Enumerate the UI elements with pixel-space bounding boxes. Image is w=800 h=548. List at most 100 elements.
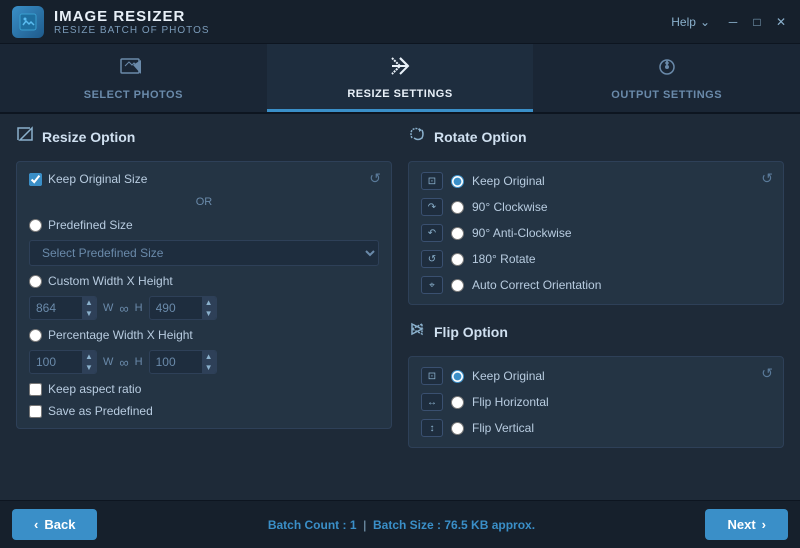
predefined-size-select[interactable]: Select Predefined Size (29, 240, 379, 266)
back-button[interactable]: ‹ Back (12, 509, 97, 540)
flip-title-icon (408, 321, 426, 342)
select-photos-label: SELECT PHOTOS (84, 89, 183, 101)
pct-height-input-group: ▲ ▼ (149, 350, 217, 374)
save-predefined-label: Save as Predefined (48, 404, 153, 418)
title-left: IMAGE RESIZER RESIZE BATCH OF PHOTOS (12, 6, 210, 38)
custom-height-up[interactable]: ▲ (202, 297, 216, 308)
title-text: IMAGE RESIZER RESIZE BATCH OF PHOTOS (54, 8, 210, 36)
height-label: H (135, 302, 143, 314)
tab-select-photos[interactable]: SELECT PHOTOS (0, 44, 267, 112)
close-button[interactable]: ✕ (774, 15, 788, 29)
batch-count-value: 1 (350, 518, 357, 532)
title-bar: IMAGE RESIZER RESIZE BATCH OF PHOTOS Hel… (0, 0, 800, 44)
flip-options-box: ↺ ⊡ Keep Original ↔ Flip Horizontal ↕ Fl… (408, 356, 784, 448)
keep-aspect-checkbox[interactable] (29, 383, 42, 396)
custom-height-spinner: ▲ ▼ (202, 297, 216, 319)
flip-vertical-icon: ↕ (421, 419, 443, 437)
pct-width-input-group: ▲ ▼ (29, 350, 97, 374)
tab-resize-settings[interactable]: RESIZE SETTINGS (267, 44, 534, 112)
rotate-reset-button[interactable]: ↺ (761, 170, 773, 187)
width-label: W (103, 302, 113, 314)
rotate-section-title: Rotate Option (408, 126, 784, 147)
rotate-90cw-row: ↷ 90° Clockwise (421, 198, 771, 216)
custom-height-input[interactable] (150, 298, 202, 318)
keep-aspect-row: Keep aspect ratio (29, 382, 379, 396)
maximize-button[interactable]: □ (750, 15, 764, 29)
resize-section-title: Resize Option (16, 126, 392, 147)
pct-width-input[interactable] (30, 352, 82, 372)
rotate-180-radio[interactable] (451, 253, 464, 266)
rotate-90cw-radio[interactable] (451, 201, 464, 214)
minimize-button[interactable]: ─ (726, 15, 740, 29)
output-settings-icon (653, 55, 681, 85)
right-panel: Rotate Option ↺ ⊡ Keep Original ↷ 90° Cl… (408, 126, 784, 488)
rotate-keep-original-icon: ⊡ (421, 172, 443, 190)
rotate-auto-label: Auto Correct Orientation (472, 278, 601, 292)
custom-width-spinner: ▲ ▼ (82, 297, 96, 319)
pct-width-spinner: ▲ ▼ (82, 351, 96, 373)
custom-wh-label: Custom Width X Height (48, 274, 173, 288)
flip-title-text: Flip Option (434, 324, 508, 340)
pct-height-input[interactable] (150, 352, 202, 372)
custom-wh-inputs: ▲ ▼ W ∞ H ▲ ▼ (29, 296, 379, 320)
rotate-keep-original-radio[interactable] (451, 175, 464, 188)
flip-horizontal-icon: ↔ (421, 393, 443, 411)
custom-width-input[interactable] (30, 298, 82, 318)
save-predefined-row: Save as Predefined (29, 404, 379, 418)
rotate-title-icon (408, 126, 426, 147)
rotate-90ccw-icon: ↶ (421, 224, 443, 242)
rotate-90ccw-row: ↶ 90° Anti-Clockwise (421, 224, 771, 242)
flip-reset-button[interactable]: ↺ (761, 365, 773, 382)
window-controls: ─ □ ✕ (726, 15, 788, 29)
keep-original-size-checkbox[interactable] (29, 173, 42, 186)
percentage-wh-radio[interactable] (29, 329, 42, 342)
flip-vertical-label: Flip Vertical (472, 421, 534, 435)
pct-width-down[interactable]: ▼ (82, 362, 96, 373)
custom-wh-row: Custom Width X Height (29, 274, 379, 288)
custom-width-up[interactable]: ▲ (82, 297, 96, 308)
flip-horizontal-radio[interactable] (451, 396, 464, 409)
batch-size-value: 76.5 KB approx. (444, 518, 535, 532)
resize-settings-label: RESIZE SETTINGS (347, 88, 452, 100)
pct-width-label: W (103, 356, 113, 368)
predefined-size-radio[interactable] (29, 219, 42, 232)
back-label: Back (44, 517, 75, 532)
resize-reset-button[interactable]: ↺ (369, 170, 381, 187)
custom-width-down[interactable]: ▼ (82, 308, 96, 319)
predefined-size-row: Predefined Size (29, 218, 379, 232)
save-predefined-checkbox[interactable] (29, 405, 42, 418)
back-arrow-icon: ‹ (34, 517, 38, 532)
flip-keep-original-radio[interactable] (451, 370, 464, 383)
percentage-wh-row: Percentage Width X Height (29, 328, 379, 342)
batch-count-label: Batch Count : (268, 518, 347, 532)
help-button[interactable]: Help ⌄ (671, 15, 710, 29)
batch-size-label: Batch Size : (373, 518, 441, 532)
resize-options-box: ↺ Keep Original Size OR Predefined Size … (16, 161, 392, 429)
pct-height-up[interactable]: ▲ (202, 351, 216, 362)
flip-vertical-radio[interactable] (451, 422, 464, 435)
title-controls: Help ⌄ ─ □ ✕ (671, 15, 788, 29)
rotate-90ccw-radio[interactable] (451, 227, 464, 240)
rotate-90ccw-label: 90° Anti-Clockwise (472, 226, 572, 240)
custom-width-input-group: ▲ ▼ (29, 296, 97, 320)
predefined-size-label: Predefined Size (48, 218, 133, 232)
flip-keep-original-icon: ⊡ (421, 367, 443, 385)
pct-width-up[interactable]: ▲ (82, 351, 96, 362)
next-button[interactable]: Next › (705, 509, 788, 540)
custom-height-down[interactable]: ▼ (202, 308, 216, 319)
pct-height-spinner: ▲ ▼ (202, 351, 216, 373)
tab-bar: SELECT PHOTOS RESIZE SETTINGS OUTPUT SET… (0, 44, 800, 114)
tab-output-settings[interactable]: OUTPUT SETTINGS (533, 44, 800, 112)
app-icon (12, 6, 44, 38)
percentage-wh-inputs: ▲ ▼ W ∞ H ▲ ▼ (29, 350, 379, 374)
rotate-title-text: Rotate Option (434, 129, 527, 145)
flip-vertical-row: ↕ Flip Vertical (421, 419, 771, 437)
pct-height-down[interactable]: ▼ (202, 362, 216, 373)
batch-info: Batch Count : 1 | Batch Size : 76.5 KB a… (268, 518, 535, 532)
rotate-keep-original-row: ⊡ Keep Original (421, 172, 771, 190)
rotate-auto-radio[interactable] (451, 279, 464, 292)
infinity-icon: ∞ (119, 301, 128, 316)
rotate-180-icon: ↺ (421, 250, 443, 268)
custom-wh-radio[interactable] (29, 275, 42, 288)
or-text: OR (29, 196, 379, 208)
